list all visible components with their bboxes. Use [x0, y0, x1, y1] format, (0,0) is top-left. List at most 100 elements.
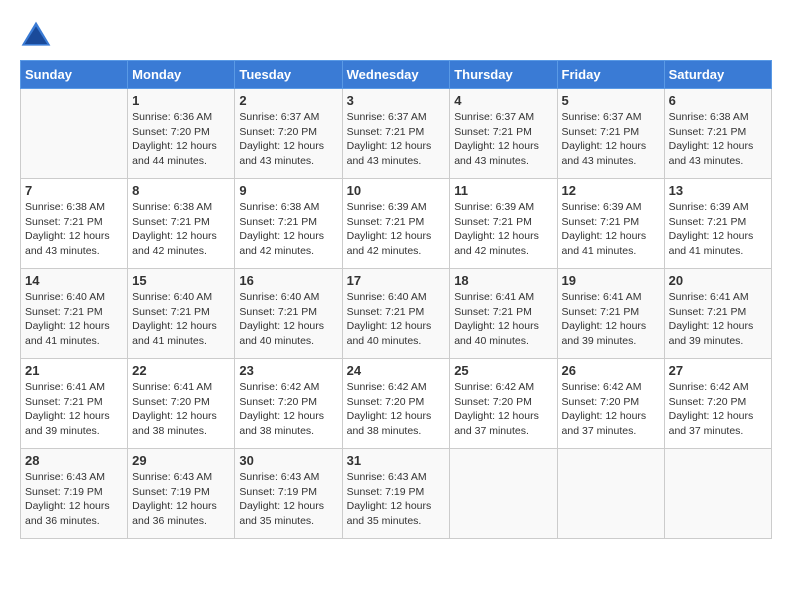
day-number: 11	[454, 183, 552, 198]
day-info: Sunrise: 6:40 AMSunset: 7:21 PMDaylight:…	[347, 290, 446, 349]
day-number: 24	[347, 363, 446, 378]
day-number: 15	[132, 273, 230, 288]
calendar-cell: 28 Sunrise: 6:43 AMSunset: 7:19 PMDayligh…	[21, 449, 128, 539]
day-number: 16	[239, 273, 337, 288]
day-number: 23	[239, 363, 337, 378]
calendar-cell: 19Sunrise: 6:41 AMSunset: 7:21 PMDayligh…	[557, 269, 664, 359]
calendar-cell: 25Sunrise: 6:42 AMSunset: 7:20 PMDayligh…	[450, 359, 557, 449]
calendar-cell: 27Sunrise: 6:42 AMSunset: 7:20 PMDayligh…	[664, 359, 771, 449]
day-info: Sunrise: 6:40 AMSunset: 7:21 PMDaylight:…	[25, 290, 123, 349]
col-saturday: Saturday	[664, 61, 771, 89]
calendar-cell: 30 Sunrise: 6:43 AMSunset: 7:19 PMDayligh…	[235, 449, 342, 539]
calendar-cell: 17 Sunrise: 6:40 AMSunset: 7:21 PMDayligh…	[342, 269, 450, 359]
calendar-cell: 22Sunrise: 6:41 AMSunset: 7:20 PMDayligh…	[128, 359, 235, 449]
logo-icon	[20, 20, 52, 52]
day-number: 6	[669, 93, 767, 108]
day-info: Sunrise: 6:39 AMSunset: 7:21 PMDaylight:…	[562, 200, 660, 259]
col-monday: Monday	[128, 61, 235, 89]
calendar-cell: 15 Sunrise: 6:40 AMSunset: 7:21 PMDayligh…	[128, 269, 235, 359]
calendar-week-4: 21 Sunrise: 6:41 AMSunset: 7:21 PMDayligh…	[21, 359, 772, 449]
calendar-cell: 23 Sunrise: 6:42 AMSunset: 7:20 PMDayligh…	[235, 359, 342, 449]
calendar-cell	[557, 449, 664, 539]
calendar-cell: 9 Sunrise: 6:38 AMSunset: 7:21 PMDaylight…	[235, 179, 342, 269]
calendar-cell: 7 Sunrise: 6:38 AMSunset: 7:21 PMDaylight…	[21, 179, 128, 269]
day-info: Sunrise: 6:43 AMSunset: 7:19 PMDaylight:…	[239, 470, 337, 529]
calendar-header: Sunday Monday Tuesday Wednesday Thursday…	[21, 61, 772, 89]
day-info: Sunrise: 6:38 AMSunset: 7:21 PMDaylight:…	[132, 200, 230, 259]
day-info: Sunrise: 6:41 AMSunset: 7:20 PMDaylight:…	[132, 380, 230, 439]
day-number: 1	[132, 93, 230, 108]
day-info: Sunrise: 6:38 AMSunset: 7:21 PMDaylight:…	[669, 110, 767, 169]
page-header	[20, 20, 772, 52]
day-number: 21	[25, 363, 123, 378]
day-info: Sunrise: 6:37 AMSunset: 7:21 PMDaylight:…	[347, 110, 446, 169]
calendar-cell: 18 Sunrise: 6:41 AMSunset: 7:21 PMDayligh…	[450, 269, 557, 359]
calendar-cell: 11 Sunrise: 6:39 AMSunset: 7:21 PMDayligh…	[450, 179, 557, 269]
day-info: Sunrise: 6:43 AMSunset: 7:19 PMDaylight:…	[132, 470, 230, 529]
day-number: 3	[347, 93, 446, 108]
day-number: 14	[25, 273, 123, 288]
calendar-cell: 21 Sunrise: 6:41 AMSunset: 7:21 PMDayligh…	[21, 359, 128, 449]
day-number: 28	[25, 453, 123, 468]
col-sunday: Sunday	[21, 61, 128, 89]
day-info: Sunrise: 6:38 AMSunset: 7:21 PMDaylight:…	[239, 200, 337, 259]
day-number: 18	[454, 273, 552, 288]
calendar-week-1: 1 Sunrise: 6:36 AMSunset: 7:20 PMDaylight…	[21, 89, 772, 179]
day-info: Sunrise: 6:36 AMSunset: 7:20 PMDaylight:…	[132, 110, 230, 169]
day-info: Sunrise: 6:38 AMSunset: 7:21 PMDaylight:…	[25, 200, 123, 259]
calendar-week-3: 14 Sunrise: 6:40 AMSunset: 7:21 PMDayligh…	[21, 269, 772, 359]
calendar-cell: 14 Sunrise: 6:40 AMSunset: 7:21 PMDayligh…	[21, 269, 128, 359]
day-number: 27	[669, 363, 767, 378]
day-number: 25	[454, 363, 552, 378]
logo	[20, 20, 56, 52]
calendar-week-5: 28 Sunrise: 6:43 AMSunset: 7:19 PMDayligh…	[21, 449, 772, 539]
calendar-cell	[450, 449, 557, 539]
col-thursday: Thursday	[450, 61, 557, 89]
calendar-cell: 24 Sunrise: 6:42 AMSunset: 7:20 PMDayligh…	[342, 359, 450, 449]
day-number: 20	[669, 273, 767, 288]
day-number: 29	[132, 453, 230, 468]
col-tuesday: Tuesday	[235, 61, 342, 89]
day-number: 2	[239, 93, 337, 108]
calendar-cell: 3 Sunrise: 6:37 AMSunset: 7:21 PMDaylight…	[342, 89, 450, 179]
calendar-cell: 8 Sunrise: 6:38 AMSunset: 7:21 PMDaylight…	[128, 179, 235, 269]
day-info: Sunrise: 6:39 AMSunset: 7:21 PMDaylight:…	[454, 200, 552, 259]
calendar-cell: 1 Sunrise: 6:36 AMSunset: 7:20 PMDaylight…	[128, 89, 235, 179]
day-number: 9	[239, 183, 337, 198]
calendar-cell	[664, 449, 771, 539]
day-number: 7	[25, 183, 123, 198]
day-info: Sunrise: 6:43 AMSunset: 7:19 PMDaylight:…	[25, 470, 123, 529]
col-friday: Friday	[557, 61, 664, 89]
calendar-cell: 29 Sunrise: 6:43 AMSunset: 7:19 PMDayligh…	[128, 449, 235, 539]
calendar-cell: 4Sunrise: 6:37 AMSunset: 7:21 PMDaylight…	[450, 89, 557, 179]
calendar-cell: 5 Sunrise: 6:37 AMSunset: 7:21 PMDaylight…	[557, 89, 664, 179]
calendar-cell: 6 Sunrise: 6:38 AMSunset: 7:21 PMDaylight…	[664, 89, 771, 179]
calendar-cell: 12Sunrise: 6:39 AMSunset: 7:21 PMDayligh…	[557, 179, 664, 269]
calendar-cell: 26Sunrise: 6:42 AMSunset: 7:20 PMDayligh…	[557, 359, 664, 449]
day-number: 30	[239, 453, 337, 468]
day-info: Sunrise: 6:37 AMSunset: 7:21 PMDaylight:…	[454, 110, 552, 169]
day-info: Sunrise: 6:42 AMSunset: 7:20 PMDaylight:…	[239, 380, 337, 439]
calendar-cell: 16Sunrise: 6:40 AMSunset: 7:21 PMDayligh…	[235, 269, 342, 359]
day-info: Sunrise: 6:37 AMSunset: 7:21 PMDaylight:…	[562, 110, 660, 169]
calendar-cell: 31 Sunrise: 6:43 AMSunset: 7:19 PMDayligh…	[342, 449, 450, 539]
day-info: Sunrise: 6:40 AMSunset: 7:21 PMDaylight:…	[132, 290, 230, 349]
day-number: 8	[132, 183, 230, 198]
day-info: Sunrise: 6:41 AMSunset: 7:21 PMDaylight:…	[454, 290, 552, 349]
day-number: 5	[562, 93, 660, 108]
calendar-cell: 13 Sunrise: 6:39 AMSunset: 7:21 PMDayligh…	[664, 179, 771, 269]
day-number: 10	[347, 183, 446, 198]
day-info: Sunrise: 6:39 AMSunset: 7:21 PMDaylight:…	[347, 200, 446, 259]
day-number: 17	[347, 273, 446, 288]
day-info: Sunrise: 6:39 AMSunset: 7:21 PMDaylight:…	[669, 200, 767, 259]
day-info: Sunrise: 6:42 AMSunset: 7:20 PMDaylight:…	[347, 380, 446, 439]
calendar-week-2: 7 Sunrise: 6:38 AMSunset: 7:21 PMDaylight…	[21, 179, 772, 269]
calendar-cell	[21, 89, 128, 179]
calendar-cell: 20Sunrise: 6:41 AMSunset: 7:21 PMDayligh…	[664, 269, 771, 359]
day-number: 19	[562, 273, 660, 288]
day-info: Sunrise: 6:43 AMSunset: 7:19 PMDaylight:…	[347, 470, 446, 529]
day-info: Sunrise: 6:41 AMSunset: 7:21 PMDaylight:…	[25, 380, 123, 439]
day-number: 13	[669, 183, 767, 198]
day-number: 31	[347, 453, 446, 468]
col-wednesday: Wednesday	[342, 61, 450, 89]
